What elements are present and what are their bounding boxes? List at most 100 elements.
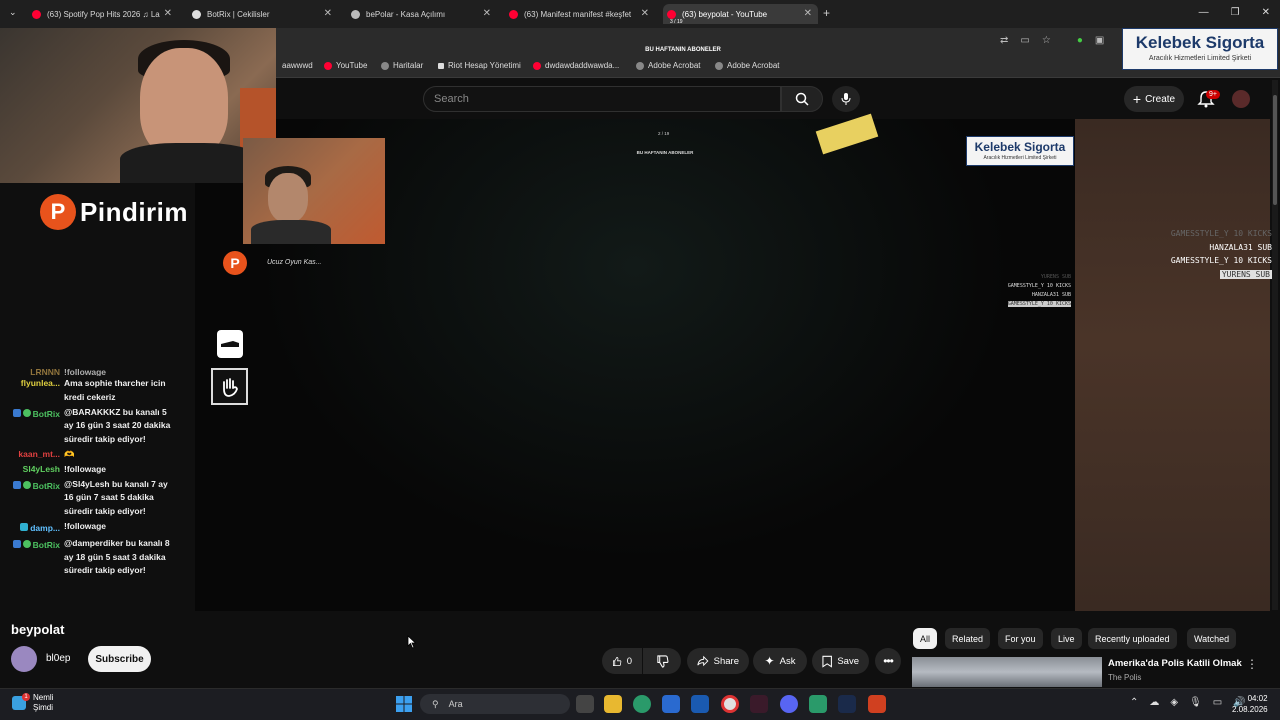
taskbar-clock[interactable]: 04:02 2.08.2026 [1232, 693, 1268, 715]
bookmark-item[interactable]: Adobe Acrobat [636, 61, 700, 70]
bookmark-item[interactable]: YouTube [324, 61, 367, 70]
chat-text: @Sl4yLesh bu kanalı 7 ay 16 gün 7 saat 5… [64, 478, 168, 517]
more-vertical-icon[interactable]: ⋮ [1246, 657, 1258, 671]
sponsor-title: Kelebek Sigorta [974, 140, 1066, 154]
bookmark-label: Adobe Acrobat [648, 61, 701, 70]
video-title: beypolat [11, 622, 65, 637]
search-button[interactable] [781, 86, 823, 112]
close-icon[interactable]: ✕ [324, 8, 332, 19]
tab-spotify[interactable]: (63) Spotify Pop Hits 2026 ♫ La ✕ [28, 4, 178, 24]
bookmark-item[interactable]: aawwwd [282, 61, 313, 70]
close-icon[interactable]: ✕ [164, 8, 172, 19]
brave-icon[interactable] [868, 695, 886, 713]
bookmark-item[interactable]: Riot Hesap Yönetimi [438, 61, 521, 70]
edge-icon[interactable] [633, 695, 651, 713]
chip-related[interactable]: Related [945, 628, 991, 649]
tab-beypolat[interactable]: (63) beypolat - YouTube ✕ [663, 4, 818, 24]
dislike-button[interactable] [643, 648, 681, 674]
chat-message: flyunlea... Ama sophie tharcher icin kre… [4, 377, 176, 405]
ask-button[interactable]: ✦ Ask [753, 648, 807, 674]
youtube-icon [32, 9, 41, 19]
like-count: 0 [626, 655, 632, 667]
chip-watched[interactable]: Watched [1187, 628, 1237, 649]
screen: ⌄ (63) Spotify Pop Hits 2026 ♫ La ✕ BotR… [0, 0, 1280, 720]
chip-for-you[interactable]: For you [998, 628, 1043, 649]
more-actions-button[interactable]: ••• [875, 648, 901, 674]
voice-search-button[interactable] [832, 86, 860, 112]
close-icon[interactable]: ✕ [641, 8, 649, 19]
outlook-icon[interactable] [691, 695, 709, 713]
tab-manifest[interactable]: (63) Manifest manifest #keşfet ✕ [505, 4, 655, 24]
search-input[interactable]: Search [423, 86, 781, 112]
microphone-icon[interactable]: 🎙 [1189, 697, 1202, 708]
minimize-icon[interactable]: — [1199, 7, 1209, 18]
taskbar-search[interactable]: ⚲ Ara [420, 694, 570, 714]
like-button[interactable]: 0 [602, 648, 642, 674]
store-icon[interactable] [662, 695, 680, 713]
task-view-icon[interactable] [576, 695, 594, 713]
translate-icon[interactable]: ⇄ [1000, 35, 1008, 46]
display-icon[interactable]: ▭ [1213, 697, 1222, 708]
chat-username: BotRix [32, 480, 60, 491]
bookmark-item[interactable]: dwdawdaddwawda... [533, 61, 619, 70]
recommendation-title[interactable]: Amerika'da Polis Katili Olmak [1108, 658, 1242, 669]
bookmark-item[interactable]: Haritalar [381, 61, 423, 70]
bookmark-label: dwdawdaddwawda... [545, 61, 620, 70]
save-button[interactable]: Save [812, 648, 869, 674]
channel-avatar[interactable] [11, 646, 37, 672]
youtube-icon [533, 61, 541, 70]
notification-badge: 9+ [1206, 90, 1220, 99]
file-explorer-icon[interactable] [604, 695, 622, 713]
tab-search-chevron-icon[interactable]: ⌄ [9, 7, 17, 18]
event-item: GAMESSTYLE_Y 10 KICKS [1007, 301, 1071, 307]
chevron-up-icon[interactable]: ⌃ [1130, 697, 1138, 708]
sponsor-logo-small: Kelebek Sigorta Aracılık Hizmetleri Limi… [966, 136, 1074, 166]
chip-live[interactable]: Live [1051, 628, 1082, 649]
xbox-icon[interactable] [809, 695, 827, 713]
new-tab-icon[interactable]: + [823, 6, 830, 20]
app-icon[interactable] [750, 695, 768, 713]
chip-recently-uploaded[interactable]: Recently uploaded [1088, 628, 1177, 649]
cast-icon[interactable]: ▭ [1020, 35, 1029, 46]
tab-bepolar[interactable]: bePolar - Kasa Açılımı ✕ [347, 4, 497, 24]
webcam-inner [243, 138, 385, 244]
share-button[interactable]: Share [687, 648, 749, 674]
close-icon[interactable]: ✕ [483, 8, 491, 19]
youtube-icon [509, 9, 518, 19]
tab-title: (63) Manifest manifest #keşfet [524, 9, 632, 19]
sidepanel-icon[interactable]: ▣ [1095, 35, 1104, 46]
browser-tabstrip: ⌄ (63) Spotify Pop Hits 2026 ♫ La ✕ BotR… [0, 0, 1280, 28]
extension-icon[interactable]: ● [1077, 35, 1083, 46]
chat-text: @damperdiker bu kanalı 8 ay 18 gün 5 saa… [64, 537, 170, 576]
steam-icon[interactable] [838, 695, 856, 713]
windows-start-icon[interactable] [395, 695, 413, 713]
pindirim-p-icon: P [40, 194, 76, 230]
bookmark-star-icon[interactable]: ☆ [1042, 35, 1051, 46]
chrome-icon[interactable] [721, 695, 739, 713]
channel-name[interactable]: bl0ep [46, 653, 70, 664]
create-label: Create [1145, 93, 1176, 105]
create-button[interactable]: + Create [1124, 86, 1184, 112]
tab-title: BotRix | Cekilisler [207, 9, 270, 19]
thumbs-down-icon [656, 654, 668, 668]
onedrive-icon[interactable]: ☁ [1149, 697, 1159, 708]
recommendation-thumbnail[interactable] [912, 657, 1102, 687]
chip-all[interactable]: All [913, 628, 938, 649]
subscribe-button[interactable]: Subscribe [88, 646, 151, 672]
account-avatar[interactable] [1232, 90, 1250, 108]
tab-botrix[interactable]: BotRix | Cekilisler ✕ [188, 4, 338, 24]
inner-goal-label: BU HAFTANIN ABONELER [636, 150, 694, 155]
network-icon[interactable]: ◈ [1170, 697, 1178, 708]
discord-icon[interactable] [780, 695, 798, 713]
chat-message: BotRix @Sl4yLesh bu kanalı 7 ay 16 gün 7… [4, 478, 176, 519]
bookmark-item[interactable]: Adobe Acrobat [715, 61, 779, 70]
restore-icon[interactable]: ❐ [1231, 7, 1240, 18]
chat-username: kaan_mt... [18, 448, 60, 459]
close-icon[interactable]: ✕ [804, 8, 812, 19]
recommendation-channel[interactable]: The Polis [1108, 673, 1141, 682]
close-window-icon[interactable]: ✕ [1262, 7, 1270, 18]
scrollbar-thumb[interactable] [1273, 95, 1277, 205]
sponsor-logo: Kelebek Sigorta Aracılık Hizmetleri Limi… [1122, 28, 1278, 70]
inner-goal-counter: 2 / 19 [658, 131, 670, 136]
maps-icon [381, 61, 389, 70]
